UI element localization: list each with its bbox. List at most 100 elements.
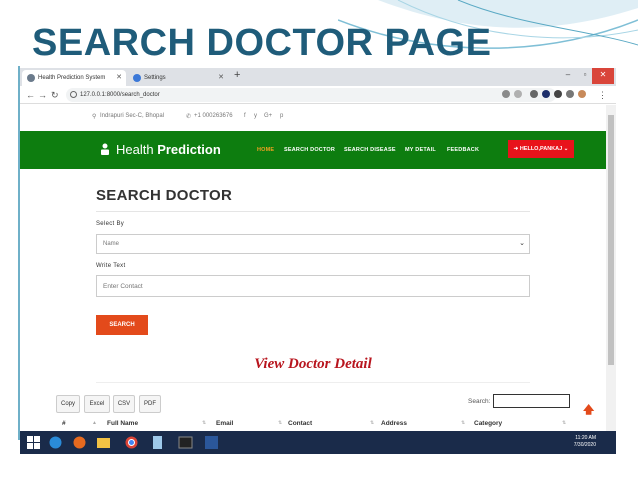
- csv-button[interactable]: CSV: [113, 395, 135, 413]
- firefox-icon[interactable]: [72, 435, 87, 450]
- location-icon: ⚲: [92, 114, 97, 120]
- column-header[interactable]: Category: [474, 420, 502, 427]
- tab-label: Health Prediction System: [38, 75, 106, 81]
- google-plus-icon[interactable]: G+: [264, 113, 272, 119]
- scroll-top-icon[interactable]: 🡅: [583, 401, 594, 420]
- clock-date: 7/30/2020: [573, 442, 596, 448]
- gear-icon: [133, 74, 141, 82]
- twitter-icon[interactable]: y: [254, 113, 257, 119]
- brand-light: Health: [116, 142, 158, 157]
- divider: [96, 382, 530, 383]
- search-button[interactable]: SEARCH: [96, 315, 148, 335]
- column-header[interactable]: Email: [216, 420, 233, 427]
- page-title: SEARCH DOCTOR: [96, 187, 233, 204]
- forward-icon[interactable]: →: [38, 88, 47, 102]
- excel-button[interactable]: Excel: [84, 395, 110, 413]
- file-explorer-icon[interactable]: [96, 435, 111, 450]
- results-title: View Doctor Detail: [254, 356, 372, 372]
- write-text-label: Write Text: [96, 263, 126, 269]
- taskbar: 11:20 AM 7/30/2020: [20, 431, 616, 454]
- site-logo[interactable]: Health Prediction: [116, 142, 221, 157]
- url-text: 127.0.0.1:8000/search_doctor: [80, 92, 160, 98]
- chevron-down-icon: ⌄: [519, 240, 525, 247]
- extension-icon[interactable]: [542, 90, 550, 98]
- pdf-button[interactable]: PDF: [139, 395, 161, 413]
- globe-icon: [27, 74, 35, 82]
- browser-window: Health Prediction System ✕ Settings ✕ + …: [20, 68, 616, 454]
- scrollbar-thumb[interactable]: [608, 115, 614, 365]
- scrollbar[interactable]: [606, 105, 616, 431]
- facebook-icon[interactable]: f: [244, 113, 246, 119]
- user-button-label: HELLO,PANKAJ: [519, 146, 563, 152]
- terminal-icon[interactable]: [178, 435, 193, 450]
- puzzle-icon[interactable]: [554, 90, 562, 98]
- star-icon[interactable]: [514, 90, 522, 98]
- site-navbar: Health Prediction HOME SEARCH DOCTOR SEA…: [20, 131, 606, 169]
- column-header[interactable]: Address: [381, 420, 407, 427]
- sort-icon: ⇅: [278, 420, 283, 426]
- column-header[interactable]: Full Name: [107, 420, 138, 427]
- tab-health-prediction[interactable]: Health Prediction System ✕: [22, 70, 126, 86]
- logout-icon: ➜: [513, 146, 519, 152]
- web-page: ⚲ Indrapuri Sec-C, Bhopal ✆ +1 000263676…: [20, 105, 606, 431]
- nav-my-detail[interactable]: MY DETAIL: [405, 147, 436, 153]
- sort-icon: ⇅: [562, 420, 567, 426]
- word-icon[interactable]: [204, 435, 219, 450]
- close-icon[interactable]: ✕: [116, 70, 122, 86]
- select-value: Name: [103, 241, 120, 247]
- table-search-label: Search:: [468, 398, 491, 405]
- maximize-button[interactable]: ▫: [578, 68, 592, 84]
- avatar[interactable]: [578, 90, 586, 98]
- tab-bar: Health Prediction System ✕ Settings ✕ + …: [20, 68, 616, 86]
- tab-settings[interactable]: Settings ✕: [128, 70, 228, 86]
- address-text: Indrapuri Sec-C, Bhopal: [100, 113, 165, 119]
- column-header[interactable]: #: [62, 420, 66, 427]
- extension-icon[interactable]: [530, 90, 538, 98]
- clock[interactable]: 11:20 AM 7/30/2020: [574, 435, 596, 449]
- notepad-icon[interactable]: [150, 435, 165, 450]
- brand-bold: Prediction: [157, 142, 221, 157]
- sort-icon: ⇅: [461, 420, 466, 426]
- reload-icon[interactable]: ↻: [51, 88, 59, 102]
- nav-feedback[interactable]: FEEDBACK: [447, 147, 479, 153]
- more-menu-icon[interactable]: ⋮: [598, 88, 607, 102]
- search-text-input[interactable]: [96, 275, 530, 297]
- site-topbar: ⚲ Indrapuri Sec-C, Bhopal ✆ +1 000263676…: [20, 105, 606, 131]
- address-bar: ← → ↻ 127.0.0.1:8000/search_doctor ⋮: [20, 86, 616, 104]
- table-search-input[interactable]: [493, 394, 570, 408]
- slide: SEARCH DOCTOR PAGE Health Prediction Sys…: [0, 0, 638, 478]
- back-icon[interactable]: ←: [26, 88, 35, 102]
- select-by-dropdown[interactable]: Name ⌄: [96, 234, 530, 254]
- nav-home[interactable]: HOME: [257, 147, 274, 153]
- nav-search-disease[interactable]: SEARCH DISEASE: [344, 147, 396, 153]
- select-by-label: Select By: [96, 221, 125, 227]
- reading-list-icon[interactable]: [566, 90, 574, 98]
- phone-icon: ✆: [186, 114, 192, 120]
- nav-search-doctor[interactable]: SEARCH DOCTOR: [284, 147, 335, 153]
- minimize-button[interactable]: –: [560, 68, 576, 84]
- pinterest-icon[interactable]: p: [280, 113, 283, 119]
- divider: [96, 211, 530, 212]
- slide-title: SEARCH DOCTOR PAGE: [32, 22, 492, 64]
- clock-time: 11:20 AM: [575, 435, 596, 441]
- sort-icon: ▲: [92, 420, 97, 426]
- copy-button[interactable]: Copy: [56, 395, 80, 413]
- phone-text: +1 000263676: [194, 113, 233, 119]
- new-tab-button[interactable]: +: [234, 69, 240, 81]
- close-icon[interactable]: ✕: [218, 70, 224, 86]
- tab-label: Settings: [144, 75, 166, 81]
- sort-icon: ⇅: [370, 420, 375, 426]
- info-icon: [70, 91, 77, 98]
- user-menu-button[interactable]: ➜ HELLO,PANKAJ ⌄: [508, 140, 574, 158]
- edge-icon[interactable]: [48, 435, 63, 450]
- window-close-button[interactable]: ✕: [592, 68, 614, 84]
- windows-start-icon[interactable]: [26, 435, 41, 450]
- doctor-icon: [101, 143, 109, 155]
- sort-icon: ⇅: [202, 420, 207, 426]
- chrome-icon[interactable]: [124, 435, 139, 450]
- table-header: # ▲ Full Name ⇅ Email ⇅ Contact ⇅ Addres…: [56, 418, 570, 431]
- zoom-icon[interactable]: [502, 90, 510, 98]
- chevron-down-icon: ⌄: [563, 146, 569, 152]
- column-header[interactable]: Contact: [288, 420, 312, 427]
- url-input[interactable]: 127.0.0.1:8000/search_doctor: [66, 88, 556, 102]
